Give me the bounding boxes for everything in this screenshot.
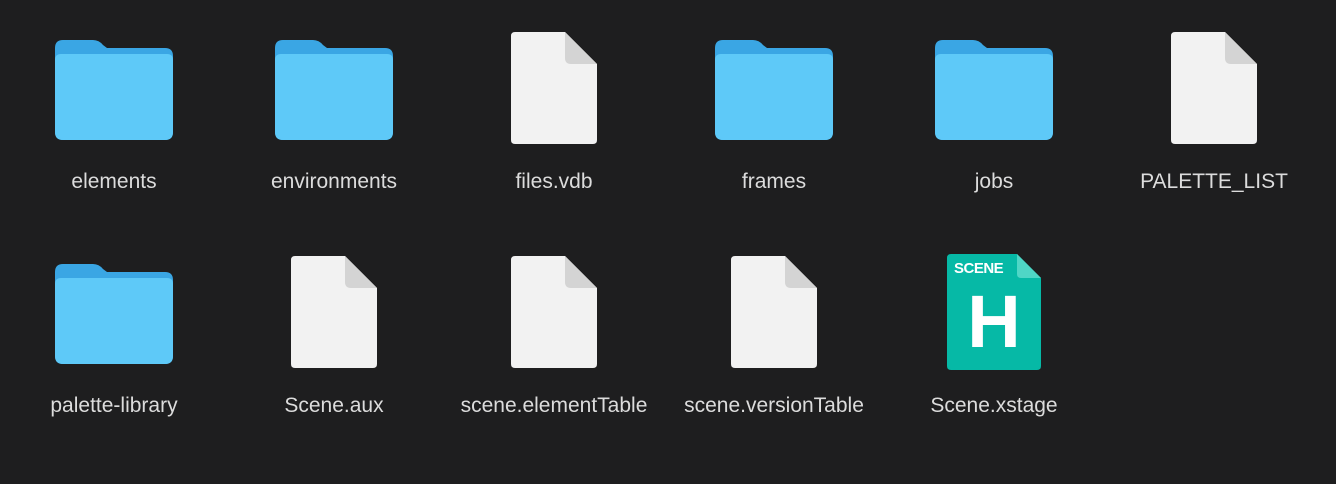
folder-icon [935, 40, 1053, 140]
file-item-elements[interactable]: elements [4, 0, 224, 224]
file-name: Scene.xstage [930, 394, 1058, 417]
file-grid: elements environments files.vdb frames j… [4, 0, 1324, 484]
file-name: files.vdb [515, 170, 593, 193]
file-item-scene-versiontable[interactable]: scene.versionTable [664, 224, 884, 448]
file-item-scene-aux[interactable]: Scene.aux [224, 224, 444, 448]
file-name: elements [71, 170, 157, 193]
document-icon [1171, 32, 1257, 144]
file-name: scene.elementTable [460, 394, 648, 417]
folder-icon [55, 40, 173, 140]
scene-badge-text: SCENE [954, 260, 1004, 277]
scene-letter: H [967, 280, 1021, 363]
file-item-palette-library[interactable]: palette-library [4, 224, 224, 448]
folder-icon [275, 40, 393, 140]
document-icon [291, 256, 377, 368]
document-icon [511, 32, 597, 144]
file-name: environments [270, 170, 398, 193]
file-name: PALETTE_LIST [1140, 170, 1288, 193]
file-name: scene.versionTable [684, 394, 864, 417]
file-item-palette-list[interactable]: PALETTE_LIST [1104, 0, 1324, 224]
document-icon [511, 256, 597, 368]
file-item-files-vdb[interactable]: files.vdb [444, 0, 664, 224]
file-item-jobs[interactable]: jobs [884, 0, 1104, 224]
file-name: Scene.aux [284, 394, 384, 417]
file-name: frames [741, 170, 807, 193]
folder-icon [55, 264, 173, 364]
file-name: palette-library [50, 394, 178, 417]
folder-icon [715, 40, 833, 140]
harmony-scene-icon: SCENE H [947, 254, 1041, 370]
file-item-environments[interactable]: environments [224, 0, 444, 224]
document-icon [731, 256, 817, 368]
file-item-frames[interactable]: frames [664, 0, 884, 224]
file-item-scene-elementtable[interactable]: scene.elementTable [444, 224, 664, 448]
file-name: jobs [974, 170, 1014, 193]
file-item-scene-xstage[interactable]: SCENE H Scene.xstage [884, 224, 1104, 448]
